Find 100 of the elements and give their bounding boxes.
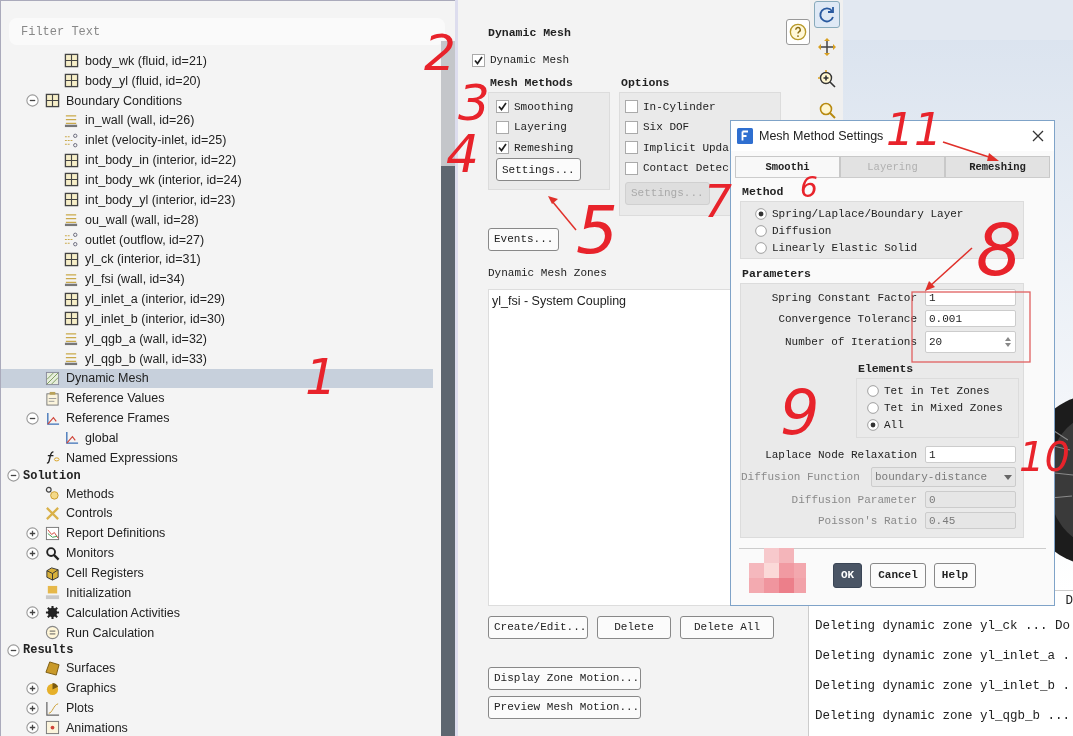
spinner-arrows-icon[interactable] xyxy=(1004,335,1012,349)
radio-button[interactable] xyxy=(867,418,879,431)
zone-button[interactable]: Delete xyxy=(597,615,671,639)
checkbox-label[interactable]: Layering xyxy=(496,117,567,138)
cube-icon xyxy=(45,565,60,581)
tree-item[interactable]: Reference Frames xyxy=(1,408,433,429)
collapse-icon[interactable] xyxy=(7,643,20,657)
tree-item[interactable]: yl_qgb_a (wall, id=32) xyxy=(1,328,433,349)
tree-item[interactable]: in_wall (wall, id=26) xyxy=(1,110,433,131)
tab[interactable]: Smoothi xyxy=(735,156,840,177)
input-field[interactable]: 1 xyxy=(925,446,1016,463)
tree-item[interactable]: int_body_yl (interior, id=23) xyxy=(1,189,433,210)
tree-item[interactable]: outlet (outflow, id=27) xyxy=(1,229,433,250)
tree-item[interactable]: Methods xyxy=(1,483,433,504)
tree-item[interactable]: Surfaces xyxy=(1,658,433,679)
polygon-icon xyxy=(45,660,60,676)
radio-button[interactable] xyxy=(867,401,879,414)
function-icon xyxy=(45,450,60,466)
checkbox-label[interactable]: Contact Detec xyxy=(625,158,729,179)
dropdown-value: boundary-distance xyxy=(875,471,988,483)
field-label: Poisson's Ratio xyxy=(816,514,917,527)
radio-label[interactable]: Diffusion xyxy=(755,222,832,239)
console-line: Deleting dynamic zone yl_qgb_b ... xyxy=(815,708,1072,725)
tree-item[interactable]: Plots xyxy=(1,698,433,718)
spinner-field[interactable]: 20 xyxy=(925,331,1016,353)
tree-item[interactable]: Named Expressions xyxy=(1,447,433,468)
checkbox[interactable] xyxy=(625,100,638,114)
tree-item[interactable]: yl_inlet_b (interior, id=30) xyxy=(1,308,433,329)
checkbox-label[interactable]: Smoothing xyxy=(496,96,574,117)
radio-label[interactable]: All xyxy=(867,416,904,433)
group-title: Mesh Methods xyxy=(490,75,573,89)
collapse-icon[interactable] xyxy=(26,411,39,425)
radio-label[interactable]: Tet in Mixed Zones xyxy=(867,399,1003,416)
tree-item[interactable]: int_body_wk (interior, id=24) xyxy=(1,170,433,190)
dialog-button[interactable]: Help xyxy=(933,562,977,588)
radio-button[interactable] xyxy=(755,241,767,254)
tree-item[interactable]: Run Calculation xyxy=(1,622,433,643)
tree-item[interactable]: ou_wall (wall, id=28) xyxy=(1,209,433,230)
tree-item[interactable]: yl_fsi (wall, id=34) xyxy=(1,269,433,290)
app-icon xyxy=(737,128,753,144)
expand-icon[interactable] xyxy=(26,606,39,620)
radio-button[interactable] xyxy=(755,224,767,237)
expand-icon[interactable] xyxy=(26,546,39,560)
events-button[interactable]: Events... xyxy=(488,227,560,251)
tab[interactable]: Remeshing xyxy=(945,156,1050,177)
expand-icon[interactable] xyxy=(26,701,39,715)
tree-item[interactable]: Results xyxy=(1,642,433,659)
zone-button[interactable]: Delete All xyxy=(680,615,774,639)
checkbox[interactable] xyxy=(496,100,509,114)
zone-button[interactable]: Create/Edit... xyxy=(488,615,588,639)
expand-icon[interactable] xyxy=(26,526,39,540)
expand-icon[interactable] xyxy=(26,721,39,735)
collapse-icon[interactable] xyxy=(7,469,20,483)
checkbox-label[interactable]: Dynamic Mesh xyxy=(472,50,570,71)
tree-item[interactable]: global xyxy=(1,428,433,448)
tree-item[interactable]: Report Definitions xyxy=(1,523,433,544)
checkbox[interactable] xyxy=(496,120,509,134)
tree-item[interactable]: Solution xyxy=(1,467,433,484)
radio-label[interactable]: Linearly Elastic Solid xyxy=(755,239,918,256)
tree-item[interactable]: Graphics xyxy=(1,678,433,699)
toolbar-button[interactable] xyxy=(813,1,840,28)
panel-title: Dynamic Mesh xyxy=(488,25,571,39)
dotted-arrow-icon xyxy=(64,232,79,247)
radio-button[interactable] xyxy=(755,207,767,220)
checkbox[interactable] xyxy=(472,53,485,67)
field-value: 20 xyxy=(929,336,943,348)
input-field[interactable]: 0.001 xyxy=(925,310,1016,327)
tree-item[interactable]: Monitors xyxy=(1,543,433,564)
tree-item[interactable]: Initialization xyxy=(1,582,433,603)
radio-label[interactable]: Spring/Laplace/Boundary Layer xyxy=(755,205,964,222)
checkbox-label[interactable]: Implicit Upda xyxy=(625,137,729,158)
tree-item[interactable]: Boundary Conditions xyxy=(1,90,433,111)
stripes-icon xyxy=(64,351,79,367)
checkbox-label[interactable]: In-Cylinder xyxy=(625,96,716,117)
motion-button[interactable]: Display Zone Motion... xyxy=(488,666,641,690)
checkbox[interactable] xyxy=(625,161,638,175)
radio-label[interactable]: Tet in Tet Zones xyxy=(867,382,990,399)
tree-item[interactable]: int_body_in (interior, id=22) xyxy=(1,150,433,171)
checkbox[interactable] xyxy=(625,141,638,155)
tree-item[interactable]: Controls xyxy=(1,503,433,524)
tree-item[interactable]: Calculation Activities xyxy=(1,602,433,623)
checkbox-label[interactable]: Six DOF xyxy=(625,117,690,138)
tree-item[interactable]: inlet (velocity-inlet, id=25) xyxy=(1,130,433,151)
motion-button[interactable]: Preview Mesh Motion... xyxy=(488,695,641,719)
tree-item[interactable]: yl_ck (interior, id=31) xyxy=(1,249,433,270)
help-button[interactable] xyxy=(786,19,810,45)
expand-icon[interactable] xyxy=(26,681,39,695)
tree-item[interactable]: yl_inlet_a (interior, id=29) xyxy=(1,289,433,309)
console-line: Deleting dynamic zone yl_inlet_b .. xyxy=(815,678,1073,695)
checkbox-label[interactable]: Remeshing xyxy=(496,137,574,158)
radio-button[interactable] xyxy=(867,384,879,397)
close-icon[interactable] xyxy=(1032,130,1044,142)
collapse-icon[interactable] xyxy=(26,94,39,108)
checkbox[interactable] xyxy=(496,141,509,155)
checkbox[interactable] xyxy=(625,120,638,134)
dialog-button[interactable]: Cancel xyxy=(870,562,926,588)
settings-button[interactable]: Settings... xyxy=(496,158,581,181)
tree-item[interactable]: Animations xyxy=(1,718,433,736)
dialog-button[interactable]: OK xyxy=(833,562,863,588)
tree-item[interactable]: Cell Registers xyxy=(1,563,433,583)
